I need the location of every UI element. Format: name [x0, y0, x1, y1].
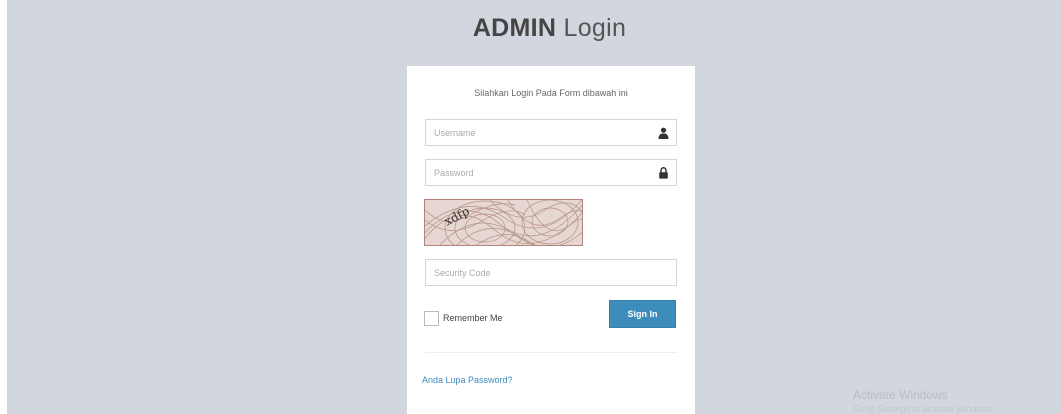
sign-in-button[interactable]: Sign In — [609, 300, 676, 328]
login-page: ADMIN Login Silahkan Login Pada Form dib… — [7, 0, 1061, 414]
username-field[interactable] — [425, 119, 677, 146]
security-code-field[interactable] — [425, 259, 677, 286]
user-icon — [658, 127, 669, 139]
logo-bold: ADMIN — [472, 14, 557, 42]
activate-windows-subtitle: Go to Settings to activate Windows. — [853, 404, 996, 414]
password-field[interactable] — [425, 159, 677, 186]
login-box: Silahkan Login Pada Form dibawah ini Use… — [407, 66, 695, 414]
lock-icon — [659, 167, 668, 179]
logo-light: Login — [563, 14, 627, 42]
password-input[interactable] — [426, 160, 676, 185]
security-code-input[interactable] — [426, 260, 676, 285]
activate-windows-watermark: Activate Windows — [853, 388, 948, 402]
remember-me[interactable]: Remember Me — [424, 309, 503, 327]
captcha-text: xdfp — [442, 204, 472, 229]
remember-me-checkbox[interactable] — [424, 310, 439, 326]
forgot-password-link[interactable]: Anda Lupa Password? — [422, 375, 513, 385]
captcha-image: xdfp — [424, 199, 583, 246]
username-input[interactable] — [426, 120, 676, 145]
login-box-message: Silahkan Login Pada Form dibawah ini — [474, 88, 628, 98]
app-logo[interactable]: ADMIN Login — [7, 14, 1061, 43]
remember-me-label[interactable]: Remember Me — [443, 313, 503, 323]
divider — [425, 352, 677, 353]
